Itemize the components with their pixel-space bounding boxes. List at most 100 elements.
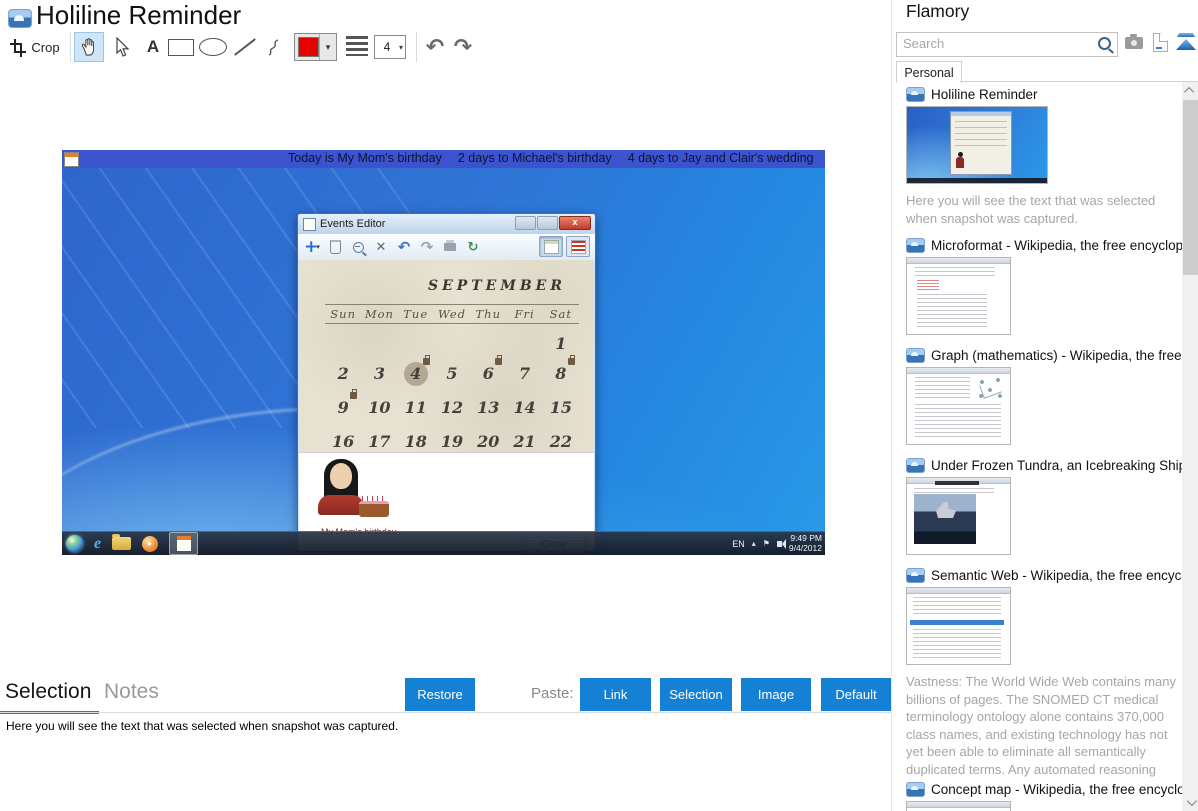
paste-link-button[interactable]: Link: [580, 678, 651, 711]
text-tool-button[interactable]: A: [138, 32, 168, 62]
print-button[interactable]: [440, 237, 460, 257]
line-tool-button[interactable]: [230, 32, 260, 62]
undo-button[interactable]: ↶: [420, 32, 450, 62]
holiline-taskbar-button[interactable]: [169, 532, 199, 555]
scrollbar-thumb[interactable]: [1183, 100, 1198, 275]
day-cell[interactable]: 22: [543, 430, 579, 452]
zoom-out-button[interactable]: [348, 237, 368, 257]
volume-icon[interactable]: [776, 538, 786, 549]
explorer-folder-icon[interactable]: [112, 534, 132, 550]
day-cell[interactable]: 10: [361, 396, 397, 420]
action-center-flag-icon[interactable]: ⚑: [763, 539, 770, 548]
redo-button[interactable]: ↷: [417, 237, 437, 257]
list-item-title[interactable]: Concept map - Wikipedia, the free encycl…: [906, 781, 1182, 798]
events-panel: My Mom's birthday: [299, 452, 594, 537]
snapshot-thumbnail[interactable]: [906, 106, 1048, 184]
delete-button[interactable]: ✕: [371, 237, 391, 257]
day-cell[interactable]: 9: [325, 389, 361, 420]
day-cell-selected[interactable]: 4: [398, 355, 434, 386]
line-thickness-icon[interactable]: [346, 36, 368, 56]
delete-day-button[interactable]: [325, 237, 345, 257]
calendar-view-toggle[interactable]: [539, 236, 563, 257]
paste-image-button[interactable]: Image: [741, 678, 811, 711]
ellipse-tool-button[interactable]: [198, 32, 228, 62]
search-icon[interactable]: [1098, 37, 1111, 50]
paste-default-button[interactable]: Default: [821, 678, 891, 711]
day-cell[interactable]: 20: [470, 430, 506, 452]
maximize-button[interactable]: [537, 216, 558, 230]
day-cell[interactable]: 16: [325, 430, 361, 452]
undo-button[interactable]: ↶: [394, 237, 414, 257]
page-icon[interactable]: [1153, 33, 1168, 52]
day-cell[interactable]: 6: [470, 355, 506, 386]
pointer-tool-button[interactable]: [106, 32, 136, 62]
events-editor-titlebar[interactable]: Events Editor x: [298, 214, 595, 234]
minimize-button[interactable]: [515, 216, 536, 230]
list-item-title[interactable]: Microformat - Wikipedia, the free encycl…: [906, 237, 1182, 254]
sidebar-title: Flamory: [906, 1, 970, 21]
crop-button[interactable]: Crop: [6, 32, 66, 62]
day-cell[interactable]: 14: [506, 396, 542, 420]
avatar-face: [330, 463, 352, 489]
media-player-icon[interactable]: ▸: [142, 535, 159, 552]
snapshot-note: Vastness: The World Wide Web contains ma…: [906, 674, 1176, 777]
scroll-down-button[interactable]: [1182, 794, 1198, 811]
snapshot-camera-icon[interactable]: [1125, 34, 1143, 49]
list-view-toggle[interactable]: [566, 236, 590, 257]
day-cell[interactable]: 19: [434, 430, 470, 452]
tray-expand-icon[interactable]: ▴: [752, 539, 756, 548]
day-cell[interactable]: 2: [325, 362, 361, 386]
day-cell[interactable]: 7: [506, 362, 542, 386]
search-input[interactable]: [901, 35, 1085, 52]
restore-button[interactable]: Restore: [405, 678, 475, 711]
day-cell[interactable]: 5: [434, 362, 470, 386]
day-cell[interactable]: 21: [506, 430, 542, 452]
snapshot-thumbnail[interactable]: [906, 257, 1011, 335]
list-item-title[interactable]: Under Frozen Tundra, an Icebreaking Ship…: [906, 457, 1182, 474]
hand-tool-button[interactable]: [74, 32, 104, 62]
day-cell[interactable]: 18: [398, 430, 434, 452]
day-cell[interactable]: 8: [543, 355, 579, 386]
undo-icon: ↶: [425, 34, 445, 60]
color-picker[interactable]: ▾: [294, 33, 337, 61]
day-cell[interactable]: 1: [543, 332, 579, 356]
refresh-button[interactable]: ↻: [463, 237, 483, 257]
tab-selection[interactable]: Selection: [0, 680, 100, 714]
size-dropdown[interactable]: 4 ▾: [374, 35, 406, 59]
day-cell[interactable]: 17: [361, 430, 397, 452]
start-orb-icon[interactable]: [66, 535, 83, 552]
day-cell[interactable]: 12: [434, 396, 470, 420]
snapshot-icon: [906, 238, 925, 253]
redo-button[interactable]: ↷: [448, 32, 478, 62]
add-event-button[interactable]: + ▾: [302, 237, 322, 257]
day-cell[interactable]: 13: [470, 396, 506, 420]
rectangle-tool-button[interactable]: [166, 32, 196, 62]
list-item-title[interactable]: Holiline Reminder: [906, 86, 1182, 103]
taskbar-clock[interactable]: 9:49 PM 9/4/2012: [789, 533, 822, 553]
paste-selection-button[interactable]: Selection: [660, 678, 732, 711]
day-cell[interactable]: 15: [543, 396, 579, 420]
rectangle-icon: [168, 38, 194, 56]
color-dropdown-arrow[interactable]: ▾: [319, 34, 336, 60]
list-item-title[interactable]: Graph (mathematics) - Wikipedia, the fre…: [906, 347, 1182, 364]
snapshot-thumbnail[interactable]: [906, 477, 1011, 555]
scroll-up-button[interactable]: [1182, 82, 1198, 99]
search-box[interactable]: [896, 32, 1118, 57]
flamory-logo-icon[interactable]: [1176, 33, 1196, 50]
list-item-title[interactable]: Semantic Web - Wikipedia, the free encyc…: [906, 567, 1182, 584]
internet-explorer-icon[interactable]: e: [94, 535, 101, 553]
snapshot-thumbnail[interactable]: [906, 801, 1011, 811]
screenshot-canvas[interactable]: Today is My Mom's birthday 2 days to Mic…: [62, 150, 825, 578]
tab-notes[interactable]: Notes: [104, 680, 159, 704]
language-indicator[interactable]: EN: [732, 539, 745, 549]
flamory-sidebar: Flamory Personal Holiline Reminder Here …: [891, 0, 1198, 811]
tab-personal[interactable]: Personal: [896, 61, 962, 83]
sidebar-scrollbar[interactable]: [1182, 82, 1198, 811]
close-window-button[interactable]: x: [559, 216, 591, 230]
color-swatch: [298, 37, 319, 57]
freehand-tool-button[interactable]: [258, 32, 288, 62]
day-cell[interactable]: 3: [361, 362, 397, 386]
day-cell[interactable]: 11: [398, 396, 434, 420]
snapshot-thumbnail[interactable]: [906, 587, 1011, 665]
snapshot-thumbnail[interactable]: [906, 367, 1011, 445]
